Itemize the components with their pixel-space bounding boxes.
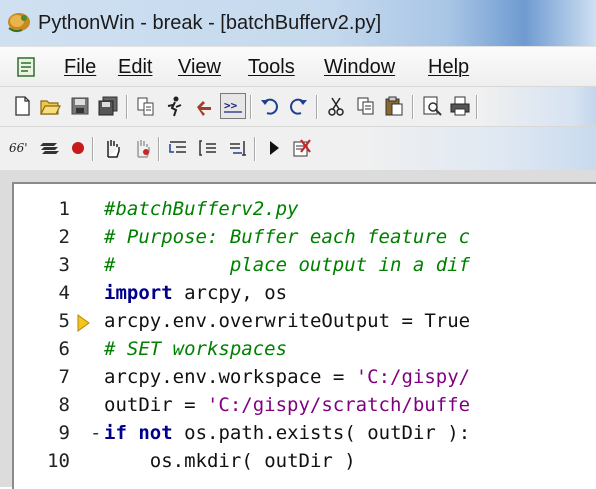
svg-text:>>: >>: [224, 99, 238, 112]
step-out-icon[interactable]: [226, 136, 250, 160]
menu-file[interactable]: File: [64, 56, 96, 79]
code-text[interactable]: # place output in a dif: [104, 254, 470, 276]
undo-icon[interactable]: [258, 94, 282, 118]
code-line-current[interactable]: 5 arcpy.env.overwriteOutput = True: [14, 310, 596, 340]
toolbar-separator: [92, 137, 94, 161]
print-preview-icon[interactable]: [420, 94, 444, 118]
open-folder-icon[interactable]: [38, 94, 62, 118]
new-file-icon[interactable]: [10, 94, 34, 118]
toolbar-separator: [158, 137, 160, 161]
line-number: 9: [58, 422, 70, 444]
toolbar-separator: [476, 95, 478, 119]
line-number: 4: [58, 282, 70, 304]
menu-bar: File Edit View Tools Window Help: [0, 46, 596, 87]
line-number: 7: [58, 366, 70, 388]
step-into-icon[interactable]: [166, 136, 190, 160]
line-number: 2: [58, 226, 70, 248]
toolbar-background: [362, 127, 596, 171]
run-icon[interactable]: [162, 94, 186, 118]
standard-toolbar: >>: [0, 86, 596, 127]
toolbar-background: [480, 87, 596, 127]
cut-icon[interactable]: [324, 94, 348, 118]
code-text[interactable]: #batchBufferv2.py: [104, 198, 298, 220]
current-line-marker-icon: [76, 312, 92, 334]
code-text[interactable]: # Purpose: Buffer each feature c: [104, 226, 470, 248]
code-text[interactable]: arcpy.env.overwriteOutput = True: [104, 310, 470, 332]
code-line[interactable]: 8 outDir = 'C:/gispy/scratch/buffe: [14, 394, 596, 424]
code-text[interactable]: if not os.path.exists( outDir ):: [104, 422, 470, 444]
comment-text: # Purpose: Buffer each feature c: [104, 226, 471, 248]
save-all-icon[interactable]: [96, 94, 120, 118]
python-app-icon[interactable]: [6, 10, 32, 34]
toolbar-separator: [254, 137, 256, 161]
code-editor[interactable]: 1 #batchBufferv2.py 2 # Purpose: Buffer …: [12, 182, 596, 489]
comment-text: # place output in a dif: [104, 254, 471, 276]
code-text[interactable]: os.mkdir( outDir ): [104, 450, 356, 472]
menu-edit[interactable]: Edit: [118, 56, 152, 79]
print-icon[interactable]: [448, 94, 472, 118]
line-number: 8: [58, 394, 70, 416]
code-text[interactable]: # SET workspaces: [104, 338, 287, 360]
line-number: 3: [58, 254, 70, 276]
debugging-toolbar: 66': [0, 126, 596, 171]
redo-icon[interactable]: [286, 94, 310, 118]
editor-frame: 1 #batchBufferv2.py 2 # Purpose: Buffer …: [0, 170, 596, 489]
svg-text:66': 66': [9, 141, 28, 155]
line-number: 1: [58, 198, 70, 220]
menu-tools[interactable]: Tools: [248, 56, 295, 79]
go-icon[interactable]: [262, 136, 286, 160]
menu-view[interactable]: View: [178, 56, 221, 79]
copy-icon[interactable]: [354, 94, 378, 118]
clear-hand-icon[interactable]: [130, 136, 154, 160]
menu-window[interactable]: Window: [324, 56, 395, 79]
line-number: 10: [47, 450, 70, 472]
import-icon[interactable]: [192, 94, 216, 118]
comment-text: # SET workspaces: [104, 338, 288, 360]
code-line[interactable]: 1 #batchBufferv2.py: [14, 198, 596, 228]
code-text[interactable]: outDir = 'C:/gispy/scratch/buffe: [104, 394, 470, 416]
comment-text: #batchBufferv2.py: [104, 198, 299, 220]
code-line[interactable]: 6 # SET workspaces: [14, 338, 596, 368]
document-icon[interactable]: [14, 55, 38, 79]
line-number: 5: [58, 310, 70, 332]
stack-icon[interactable]: [38, 136, 62, 160]
code-line[interactable]: 9 - if not os.path.exists( outDir ):: [14, 422, 596, 452]
watch-icon[interactable]: 66': [8, 136, 32, 160]
check-icon[interactable]: >>: [220, 93, 246, 119]
toolbar-separator: [412, 95, 414, 119]
step-over-icon[interactable]: [196, 136, 220, 160]
code-text[interactable]: arcpy.env.workspace = 'C:/gispy/: [104, 366, 470, 388]
toolbar-separator: [250, 95, 252, 119]
code-line[interactable]: 4 import arcpy, os: [14, 282, 596, 312]
hand-icon[interactable]: [100, 136, 124, 160]
window-title: PythonWin - break - [batchBufferv2.py]: [38, 12, 382, 34]
code-line[interactable]: 7 arcpy.env.workspace = 'C:/gispy/: [14, 366, 596, 396]
menu-help[interactable]: Help: [428, 56, 469, 79]
line-number: 6: [58, 338, 70, 360]
title-bar[interactable]: PythonWin - break - [batchBufferv2.py]: [0, 0, 596, 46]
close-debugger-icon[interactable]: [290, 136, 314, 160]
code-line[interactable]: 3 # place output in a dif: [14, 254, 596, 284]
code-line[interactable]: 10 os.mkdir( outDir ): [14, 450, 596, 480]
paste-icon[interactable]: [382, 94, 406, 118]
save-icon[interactable]: [68, 94, 92, 118]
code-text[interactable]: import arcpy, os: [104, 282, 287, 304]
toolbar-separator: [126, 95, 128, 119]
toolbar-separator: [316, 95, 318, 119]
grep-icon[interactable]: [134, 94, 158, 118]
fold-toggle[interactable]: -: [90, 422, 101, 444]
breakpoint-icon[interactable]: [66, 136, 90, 160]
code-line[interactable]: 2 # Purpose: Buffer each feature c: [14, 226, 596, 256]
